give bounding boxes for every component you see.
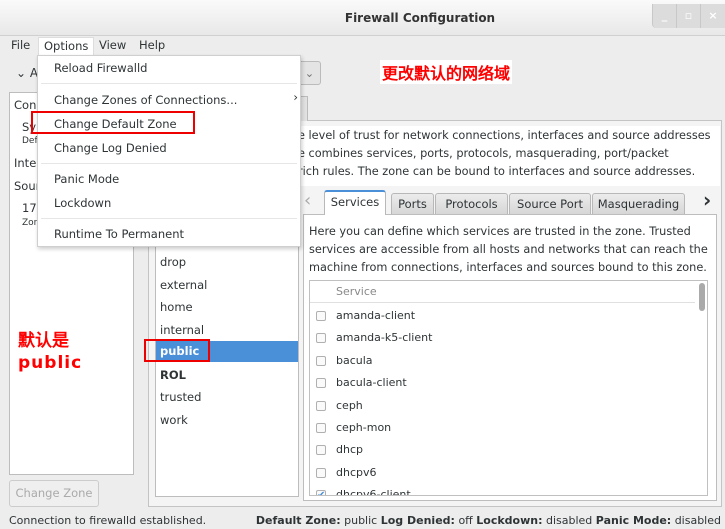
menu-item-runtime-to-permanent[interactable]: Runtime To Permanent <box>54 227 184 241</box>
services-description-line: machine from connections, interfaces and… <box>309 261 707 274</box>
panic-mode-label: Panic Mode: <box>595 514 672 527</box>
configuration-selector[interactable]: ⌄ A <box>16 66 38 80</box>
connection-status: Connection to firewalld established. <box>9 514 207 527</box>
tab-services[interactable]: Services <box>324 190 386 215</box>
zone-item-home[interactable]: home <box>160 300 193 314</box>
tab-ports[interactable]: Ports <box>391 193 434 214</box>
menu-item-change-zones-of-connections[interactable]: Change Zones of Connections... <box>54 93 237 107</box>
menu-item-lockdown[interactable]: Lockdown <box>54 196 111 210</box>
annotation-left-line2: public <box>18 353 83 373</box>
zone-item-internal[interactable]: internal <box>160 323 204 337</box>
checkbox[interactable] <box>316 355 326 366</box>
menu-separator <box>41 83 297 84</box>
checkbox[interactable] <box>316 400 326 411</box>
checkbox[interactable] <box>316 445 326 456</box>
lockdown-label: Lockdown: <box>476 514 543 527</box>
menu-view[interactable]: View <box>94 37 131 56</box>
default-zone-label: Default Zone: <box>255 514 341 527</box>
service-row[interactable]: bacula <box>336 354 373 367</box>
source-item[interactable]: 17 <box>22 201 37 215</box>
status-summary: Default Zone: public Log Denied: off Loc… <box>256 512 721 529</box>
zone-item-trusted[interactable]: trusted <box>160 390 201 404</box>
window-title: Firewall Configuration <box>344 11 496 25</box>
panic-mode-value: disabled <box>674 514 721 527</box>
log-denied-label: Log Denied: <box>380 514 455 527</box>
menu-item-panic-mode[interactable]: Panic Mode <box>54 172 119 186</box>
zone-description-line: e level of trust for network connections… <box>298 129 711 142</box>
service-row[interactable]: ceph <box>336 399 363 412</box>
column-service[interactable]: Service <box>336 285 377 298</box>
tab-protocols[interactable]: Protocols <box>435 193 508 214</box>
menu-file[interactable]: File <box>6 37 35 56</box>
zone-description: e level of trust for network connections… <box>298 126 720 186</box>
annotation-highlight-box <box>31 111 195 134</box>
submenu-arrow-icon: › <box>293 90 298 104</box>
title-bar: Firewall Configuration _ ▫ × <box>0 0 725 36</box>
annotation-left-line1: 默认是 <box>18 331 69 351</box>
services-table: Service amanda-client amanda-k5-client bac… <box>309 280 708 496</box>
service-row[interactable]: ceph-mon <box>336 421 391 434</box>
menu-item-change-log-denied[interactable]: Change Log Denied <box>54 141 167 155</box>
tabs-prev-arrow[interactable]: ‹ <box>304 190 311 211</box>
tab-masquerading[interactable]: Masquerading <box>592 193 685 214</box>
maximize-button[interactable]: ▫ <box>676 4 700 28</box>
checkbox[interactable] <box>316 378 326 389</box>
zone-item-work[interactable]: work <box>160 413 188 427</box>
service-row[interactable]: dhcp <box>336 443 363 456</box>
service-row[interactable]: dhcpv6-client <box>336 488 411 495</box>
services-description-line: services are accessible from all hosts a… <box>309 243 708 256</box>
annotation-left: 默认是 public <box>18 330 82 374</box>
services-description-line: Here you can define which services are t… <box>309 225 691 238</box>
zone-item-rol[interactable]: ROL <box>160 368 186 382</box>
zone-description-line: rich rules. The zone can be bound to int… <box>298 165 696 178</box>
tab-source-port[interactable]: Source Port <box>509 193 591 214</box>
options-menu: Reload Firewalld Change Zones of Connect… <box>31 55 301 247</box>
chevron-down-icon[interactable]: ⌄ <box>298 61 321 85</box>
scrollbar-thumb[interactable] <box>699 283 705 311</box>
checkbox[interactable] <box>316 311 326 321</box>
status-bar: Connection to firewalld established. Def… <box>0 512 725 529</box>
zone-description-line: e combines services, ports, protocols, m… <box>298 147 669 160</box>
zone-item-external[interactable]: external <box>160 278 207 292</box>
menu-item-reload-firewalld[interactable]: Reload Firewalld <box>54 61 147 75</box>
table-header: Service <box>310 281 695 303</box>
default-zone-value: public <box>344 514 378 527</box>
menu-help[interactable]: Help <box>134 37 170 56</box>
service-row[interactable]: bacula-client <box>336 376 407 389</box>
lockdown-value: disabled <box>545 514 593 527</box>
checkbox[interactable] <box>316 467 326 478</box>
change-zone-button[interactable]: Change Zone <box>9 480 99 507</box>
service-row[interactable]: amanda-client <box>336 309 415 322</box>
checkbox-checked[interactable]: ✔ <box>316 490 326 495</box>
close-button[interactable]: × <box>700 4 725 28</box>
menu-separator <box>41 218 297 219</box>
service-row[interactable]: dhcpv6 <box>336 466 377 479</box>
minimize-button[interactable]: _ <box>652 4 676 28</box>
annotation-top: 更改默认的网络域 <box>380 60 513 84</box>
tabs-next-arrow[interactable]: › <box>703 188 711 212</box>
log-denied-value: off <box>458 514 473 527</box>
checkbox[interactable] <box>316 423 326 433</box>
menu-options[interactable]: Options <box>38 37 95 56</box>
annotation-highlight-box <box>144 339 210 362</box>
connection-zone: Def <box>22 136 38 146</box>
services-panel: Here you can define which services are t… <box>303 214 717 501</box>
zone-item-drop[interactable]: drop <box>160 255 186 269</box>
service-row[interactable]: amanda-k5-client <box>336 331 432 344</box>
checkbox[interactable] <box>316 333 326 344</box>
menu-separator <box>41 163 297 164</box>
